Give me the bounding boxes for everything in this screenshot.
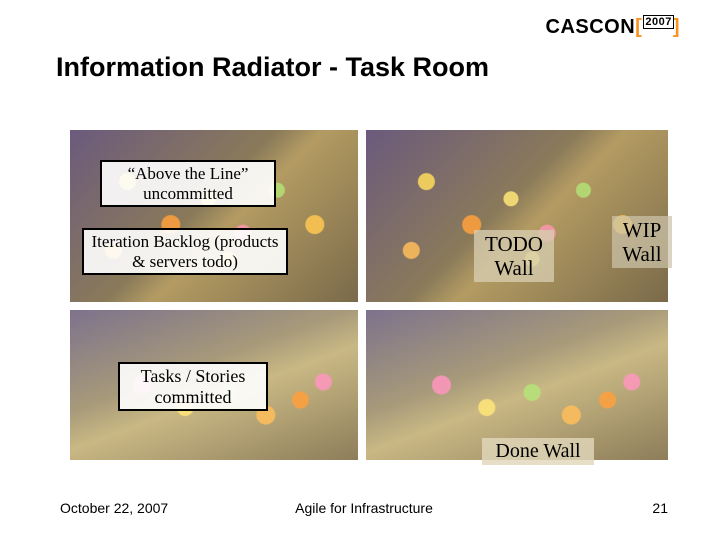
slide: CASCON[2007] Information Radiator - Task… bbox=[0, 0, 720, 540]
callout-done-wall: Done Wall bbox=[482, 438, 594, 465]
footer-center: Agile for Infrastructure bbox=[60, 500, 668, 516]
slide-footer: October 22, 2007 Agile for Infrastructur… bbox=[60, 500, 668, 516]
conference-logo: CASCON[2007] bbox=[546, 16, 681, 39]
callout-wip-wall: WIP Wall bbox=[612, 216, 672, 268]
logo-year: 2007 bbox=[643, 15, 673, 29]
photo-row-top bbox=[70, 130, 668, 302]
photo-backlog-wall bbox=[70, 130, 358, 302]
callout-above-the-line: “Above the Line” uncommitted bbox=[100, 160, 276, 207]
callout-todo-wall: TODO Wall bbox=[474, 230, 554, 282]
slide-title: Information Radiator - Task Room bbox=[56, 52, 489, 83]
callout-iteration-backlog: Iteration Backlog (products & servers to… bbox=[82, 228, 288, 275]
logo-bracket-open: [ bbox=[635, 16, 642, 38]
callout-tasks-committed: Tasks / Stories committed bbox=[118, 362, 268, 411]
logo-brand: CASCON bbox=[546, 16, 636, 38]
